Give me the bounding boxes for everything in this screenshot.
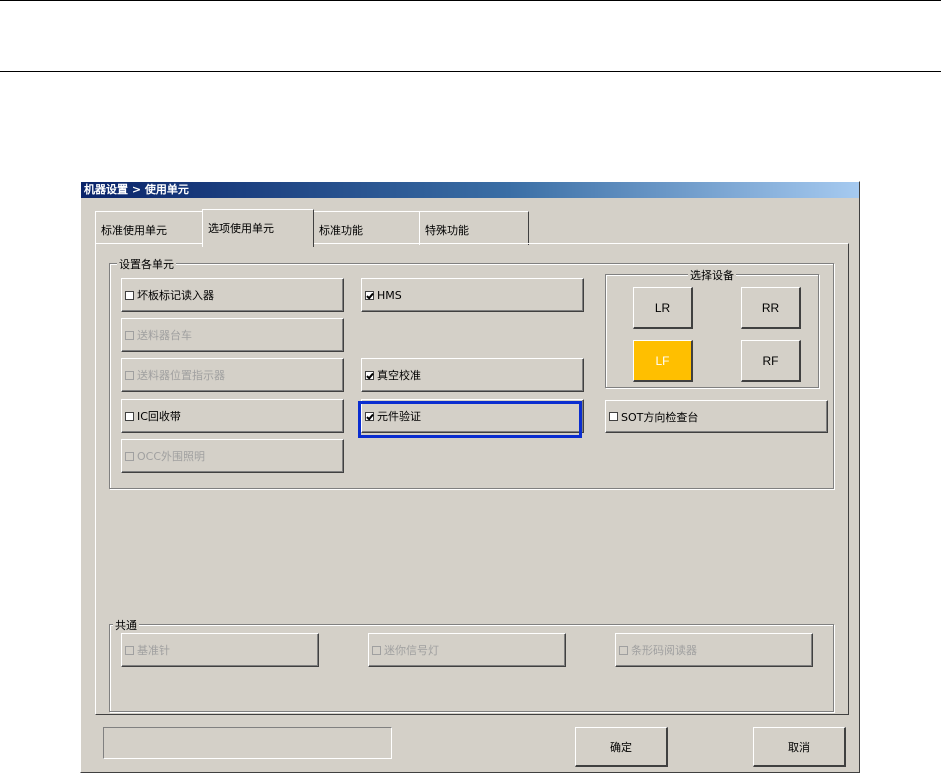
barcode-reader-checkbox [619, 645, 628, 655]
feeder-cart-checkbox [125, 330, 134, 340]
tab-standard-functions[interactable]: 标准功能 [313, 211, 421, 245]
feeder-position-indicator-checkbox [125, 370, 134, 380]
reference-pin-option: 基准针 [121, 633, 319, 667]
sot-direction-check-option[interactable]: SOT方向检查台 [605, 400, 828, 433]
bad-mark-reader-option[interactable]: 坏板标记读入器 [121, 278, 344, 312]
barcode-reader-label: 条形码阅读器 [631, 644, 697, 657]
device-button-rf[interactable]: RF [741, 340, 801, 382]
hms-checkbox[interactable] [365, 290, 374, 300]
hms-option[interactable]: HMS [361, 278, 584, 312]
feeder-position-indicator-label: 送料器位置指示器 [137, 369, 225, 382]
cancel-button[interactable]: 取消 [753, 727, 846, 767]
device-button-lr[interactable]: LR [633, 287, 693, 329]
ic-recovery-tape-label: IC回收带 [137, 410, 181, 423]
ok-button[interactable]: 确定 [575, 727, 668, 767]
device-select-group-label: 选择设备 [688, 267, 736, 283]
status-message-box [103, 727, 392, 759]
dialog-title: 机器设置 > 使用单元 [81, 182, 859, 198]
vacuum-calibration-option[interactable]: 真空校准 [361, 358, 584, 392]
component-verification-label: 元件验证 [377, 410, 421, 423]
feeder-cart-option: 送料器台车 [121, 318, 344, 352]
barcode-reader-option: 条形码阅读器 [615, 633, 813, 667]
occ-peripheral-lighting-label: OCC外围照明 [137, 450, 206, 463]
machine-settings-dialog: 机器设置 > 使用单元 标准使用单元 选项使用单元 标准功能 特殊功能 设置各单… [80, 181, 860, 773]
page-header-rule [0, 71, 941, 72]
unit-settings-group-label: 设置各单元 [117, 256, 176, 272]
hms-label: HMS [377, 288, 402, 302]
occ-peripheral-lighting-option: OCC外围照明 [121, 439, 344, 473]
mini-signal-light-checkbox [372, 645, 381, 655]
sot-direction-check-checkbox[interactable] [609, 412, 618, 421]
occ-peripheral-lighting-checkbox [125, 451, 134, 461]
vacuum-calibration-checkbox[interactable] [365, 370, 374, 380]
device-button-lf[interactable]: LF [633, 340, 693, 382]
component-verification-checkbox[interactable] [365, 411, 374, 421]
vacuum-calibration-label: 真空校准 [377, 369, 421, 382]
bad-mark-reader-label: 坏板标记读入器 [137, 289, 214, 302]
tab-standard-units[interactable]: 标准使用单元 [95, 211, 203, 245]
ic-recovery-tape-checkbox[interactable] [125, 411, 134, 421]
feeder-position-indicator-option: 送料器位置指示器 [121, 358, 344, 392]
sot-direction-check-label: SOT方向检查台 [621, 410, 699, 424]
device-button-rr[interactable]: RR [741, 287, 801, 329]
bad-mark-reader-checkbox[interactable] [125, 290, 134, 300]
mini-signal-light-label: 迷你信号灯 [384, 644, 439, 657]
reference-pin-label: 基准针 [137, 644, 170, 657]
mini-signal-light-option: 迷你信号灯 [368, 633, 566, 667]
ic-recovery-tape-option[interactable]: IC回收带 [121, 399, 344, 433]
reference-pin-checkbox [125, 645, 134, 655]
tab-option-units[interactable]: 选项使用单元 [202, 209, 314, 247]
feeder-cart-label: 送料器台车 [137, 329, 192, 342]
component-verification-option[interactable]: 元件验证 [361, 399, 584, 433]
tab-special-functions[interactable]: 特殊功能 [419, 211, 529, 245]
tab-panel-option-units: 设置各单元 坏板标记读入器 送料器台车 送料器位置指示器 IC回收带 OCC外围… [95, 243, 849, 715]
page-top-rule [0, 0, 941, 1]
common-group-label: 共通 [113, 617, 139, 633]
